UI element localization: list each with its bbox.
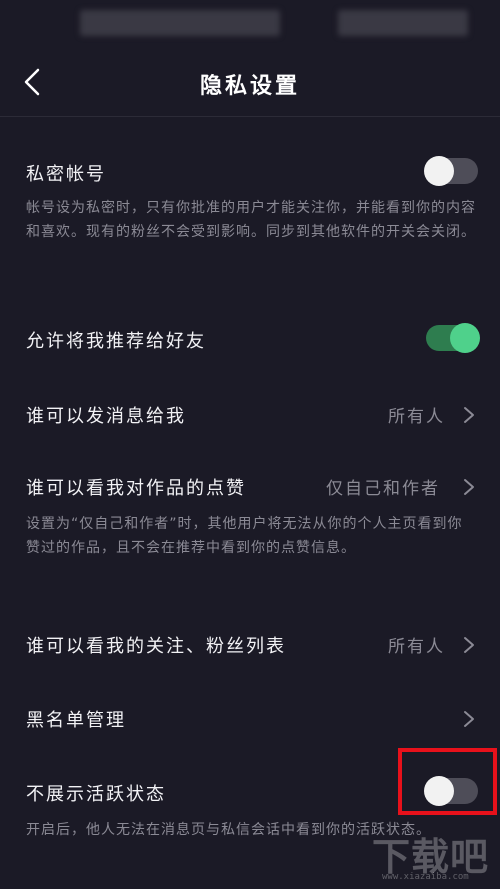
toggle-knob: [450, 323, 480, 353]
private-account-row: 私密帐号 帐号设为私密时，只有你批准的用户才能关注你，并能看到你的内容和喜欢。现…: [0, 140, 500, 280]
chevron-right-icon: [464, 637, 474, 653]
likes-row[interactable]: 谁可以看我对作品的点赞 仅自己和作者 设置为“仅自己和作者”时，其他用户将无法从…: [0, 462, 500, 592]
blacklist-row[interactable]: 黑名单管理: [0, 694, 500, 742]
chevron-right-icon: [464, 407, 474, 423]
follow-list-label: 谁可以看我的关注、粉丝列表: [26, 636, 286, 657]
highlight-annotation-box: [398, 748, 497, 815]
recommend-label: 允许将我推荐给好友: [26, 331, 206, 352]
messages-row[interactable]: 谁可以发消息给我 所有人: [0, 390, 500, 438]
status-bar-blurred-info: [338, 10, 468, 36]
follow-list-value: 所有人: [388, 637, 445, 657]
recommend-toggle[interactable]: [426, 323, 480, 353]
toggle-knob: [424, 156, 454, 186]
blacklist-label: 黑名单管理: [26, 710, 126, 731]
recommend-row: 允许将我推荐给好友: [0, 315, 500, 363]
chevron-right-icon: [464, 711, 474, 727]
status-bar-blurred-info: [80, 10, 280, 36]
follow-list-row[interactable]: 谁可以看我的关注、粉丝列表 所有人: [0, 620, 500, 668]
messages-label: 谁可以发消息给我: [26, 406, 186, 427]
likes-description: 设置为“仅自己和作者”时，其他用户将无法从你的个人主页看到你赞过的作品，且不会在…: [26, 516, 463, 556]
private-account-toggle[interactable]: [424, 156, 478, 186]
activity-status-label: 不展示活跃状态: [26, 784, 166, 805]
watermark-url: www.xiazaiba.com: [382, 872, 469, 882]
messages-value: 所有人: [388, 407, 445, 427]
page-title: 隐私设置: [199, 74, 300, 99]
private-account-description: 帐号设为私密时，只有你批准的用户才能关注你，并能看到你的内容和喜欢。现有的粉丝不…: [26, 200, 476, 240]
chevron-right-icon: [464, 479, 474, 495]
private-account-label: 私密帐号: [26, 164, 106, 185]
likes-value: 仅自己和作者: [326, 479, 440, 499]
watermark-logo: 下载吧 www.xiazaiba.com: [372, 826, 496, 884]
status-bar: [0, 0, 500, 48]
likes-label: 谁可以看我对作品的点赞: [26, 478, 246, 499]
nav-bar: 隐私设置: [0, 48, 500, 117]
